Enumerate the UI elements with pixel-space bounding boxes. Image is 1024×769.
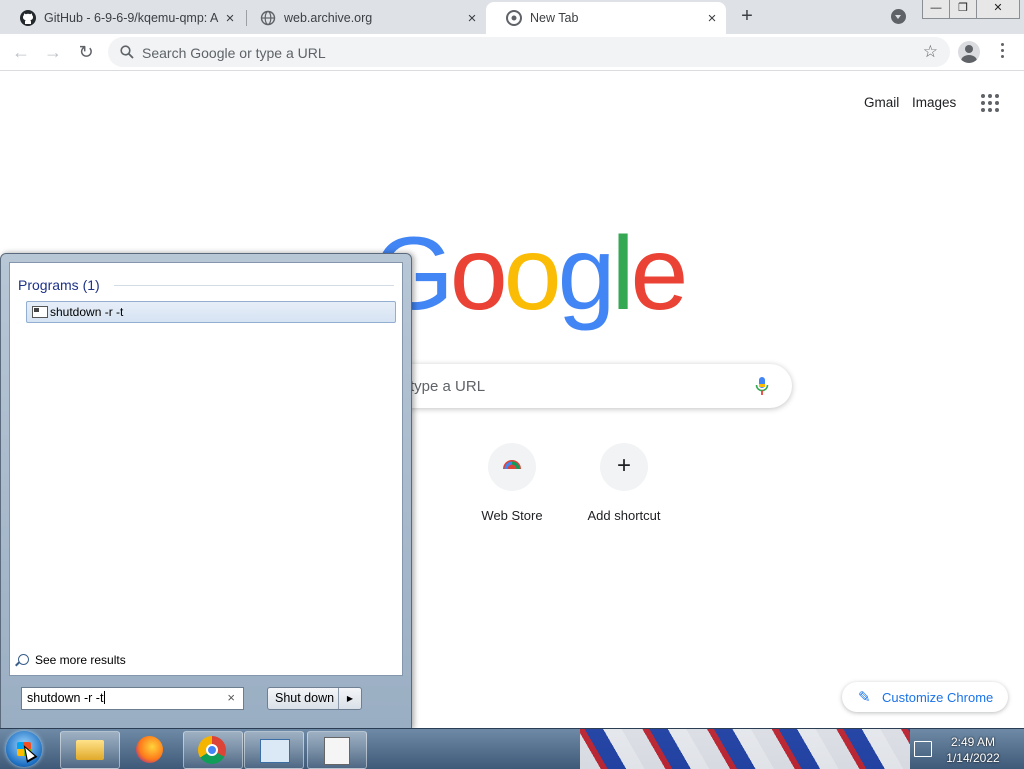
search-text: shutdown -r -t — [27, 691, 104, 705]
shut-down-label: Shut down — [275, 691, 335, 705]
close-tab-icon[interactable]: × — [462, 10, 482, 27]
see-more-label: See more results — [35, 653, 126, 667]
start-menu: Programs (1) shutdown -r -t See more res… — [0, 253, 412, 729]
start-search-input[interactable]: shutdown -r -t × — [21, 687, 244, 710]
chrome-icon — [198, 736, 226, 764]
google-logo: Google — [373, 222, 688, 326]
google-apps-icon[interactable] — [981, 94, 999, 112]
clear-search-icon[interactable]: × — [227, 690, 235, 705]
customize-label: Customize Chrome — [882, 690, 994, 705]
images-link[interactable]: Images — [912, 95, 956, 110]
shortcut-add[interactable]: + Add shortcut — [568, 443, 680, 523]
tab-new-tab[interactable]: New Tab × — [486, 2, 726, 34]
network-tray-icon[interactable] — [914, 741, 932, 757]
browser-toolbar: ← → ↻ Search Google or type a URL ☆ — [0, 34, 1024, 71]
program-result-item[interactable]: shutdown -r -t — [26, 301, 396, 323]
profile-avatar[interactable] — [958, 41, 980, 63]
ntp-search-placeholder: type a URL — [410, 378, 486, 395]
console-icon — [32, 306, 48, 318]
taskbar-control-panel[interactable] — [244, 731, 304, 769]
shortcut-label: Add shortcut — [587, 508, 661, 523]
shortcut-label: Web Store — [481, 508, 543, 523]
search-icon — [120, 45, 134, 59]
gmail-link[interactable]: Gmail — [864, 95, 899, 110]
reload-button[interactable]: ↻ — [75, 41, 97, 63]
shortcut-web-store[interactable]: Web Store — [456, 443, 568, 523]
globe-icon — [260, 10, 276, 26]
text-caret — [104, 691, 106, 704]
tab-title: GitHub - 6-9-6-9/kqemu-qmp: A — [44, 11, 219, 25]
programs-heading: Programs (1) — [18, 277, 100, 293]
chrome-icon — [506, 10, 522, 26]
start-search-value: shutdown -r -t — [27, 691, 106, 705]
customize-chrome-button[interactable]: ✎ Customize Chrome — [842, 682, 1008, 712]
magnifier-icon — [18, 654, 29, 665]
tab-search-icon[interactable] — [891, 9, 906, 24]
clock-time: 2:49 AM — [950, 735, 996, 749]
forward-button[interactable]: → — [42, 41, 64, 63]
taskbar-task-list[interactable] — [307, 731, 367, 769]
system-clock[interactable]: 2:49 AM 1/14/2022 — [938, 734, 1008, 766]
new-tab-button[interactable]: + — [734, 5, 760, 29]
tab-title: web.archive.org — [284, 11, 373, 25]
web-store-icon — [488, 443, 536, 491]
control-panel-icon — [260, 739, 290, 763]
start-menu-results-panel: Programs (1) shutdown -r -t See more res… — [9, 262, 403, 676]
tab-github[interactable]: GitHub - 6-9-6-9/kqemu-qmp: A × — [0, 2, 244, 34]
clock-date: 1/14/2022 — [946, 751, 1000, 765]
back-button[interactable]: ← — [10, 41, 32, 63]
desktop-wallpaper-strip — [580, 729, 910, 769]
tab-strip: GitHub - 6-9-6-9/kqemu-qmp: A × web.arch… — [0, 0, 1024, 34]
address-bar-placeholder: Search Google or type a URL — [142, 45, 326, 61]
close-tab-icon[interactable]: × — [702, 10, 722, 27]
task-list-icon — [324, 737, 350, 765]
tab-title: New Tab — [530, 11, 579, 25]
plus-icon: + — [600, 443, 648, 491]
pencil-icon: ✎ — [858, 689, 871, 706]
logo-letter: o — [449, 216, 508, 332]
close-tab-icon[interactable]: × — [220, 10, 240, 27]
minimize-button[interactable]: — — [922, 0, 950, 19]
firefox-icon — [136, 736, 163, 763]
github-icon — [20, 10, 36, 26]
program-result-label: shutdown -r -t — [50, 305, 124, 319]
taskbar-explorer[interactable] — [60, 731, 120, 769]
shut-down-button[interactable]: Shut down ▶ — [267, 687, 362, 710]
taskbar-firefox[interactable] — [122, 731, 180, 767]
menu-kebab-icon[interactable] — [996, 43, 1008, 61]
logo-letter: e — [630, 216, 689, 332]
maximize-button[interactable]: ❐ — [949, 0, 977, 19]
logo-letter: o — [503, 216, 562, 332]
logo-letter: g — [557, 216, 616, 332]
close-window-button[interactable]: ✕ — [976, 0, 1020, 19]
taskbar: 2:49 AM 1/14/2022 — [0, 728, 1024, 769]
microphone-icon[interactable] — [754, 376, 770, 396]
tab-archive[interactable]: web.archive.org × — [240, 2, 486, 34]
plus-glyph: + — [616, 452, 631, 479]
shutdown-options-arrow-icon[interactable]: ▶ — [338, 688, 361, 709]
logo-letter: l — [611, 216, 634, 332]
taskbar-chrome[interactable] — [183, 731, 243, 769]
divider — [114, 285, 394, 286]
address-bar[interactable]: Search Google or type a URL ☆ — [108, 37, 950, 67]
bookmark-star-icon[interactable]: ☆ — [923, 42, 938, 62]
explorer-icon — [76, 740, 104, 760]
see-more-results-link[interactable]: See more results — [18, 653, 126, 667]
